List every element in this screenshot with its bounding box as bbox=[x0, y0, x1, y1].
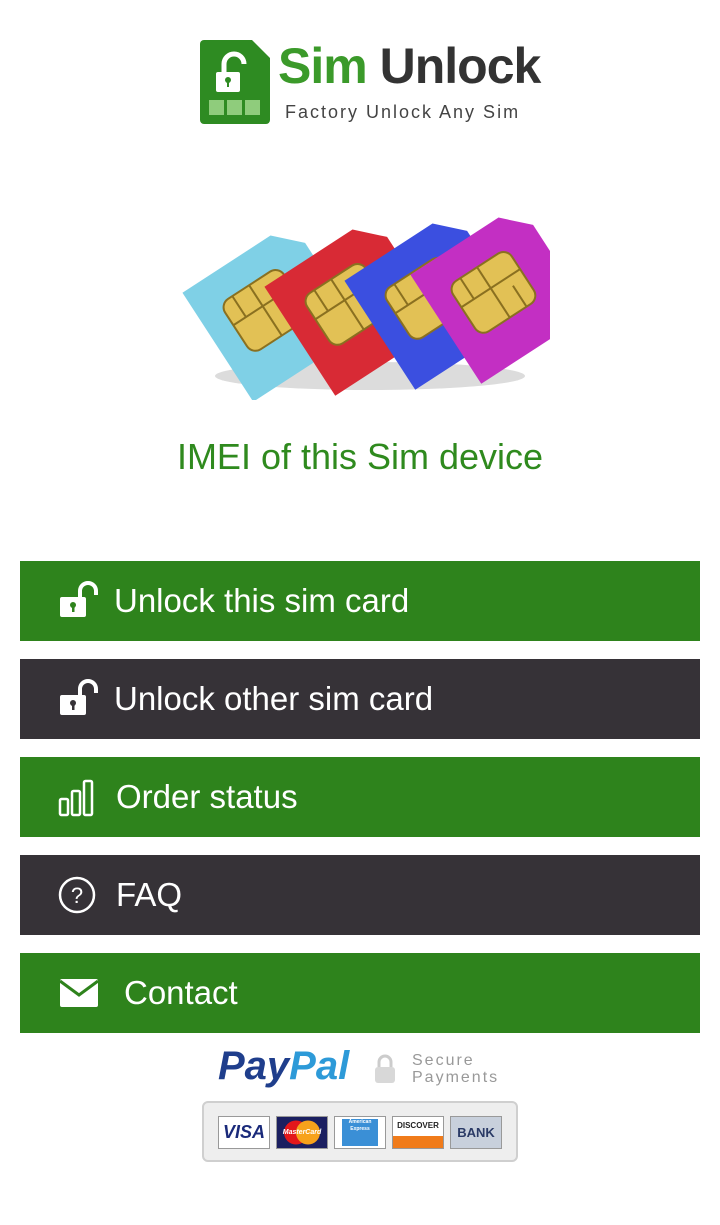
menu-label: Unlock other sim card bbox=[114, 680, 434, 717]
envelope-icon bbox=[59, 979, 99, 1007]
logo-title-unlock: Unlock bbox=[379, 38, 542, 94]
faq-button[interactable]: ? FAQ bbox=[20, 855, 700, 935]
logo-title-sim: Sim bbox=[278, 38, 368, 94]
amex-card-logo: American Express bbox=[334, 1116, 386, 1149]
secure-payments-text: Secure Payments bbox=[412, 1052, 500, 1086]
menu-label: Order status bbox=[116, 778, 298, 815]
logo-title: Sim Unlock bbox=[278, 38, 542, 94]
paypal-secure-payments: PayPal Secure Payments bbox=[218, 1044, 518, 1094]
paypal-logo: PayPal bbox=[218, 1044, 350, 1088]
visa-card-logo: VISA bbox=[218, 1116, 270, 1149]
bank-transfer-logo: BANK bbox=[450, 1116, 502, 1149]
unlock-other-sim-button[interactable]: Unlock other sim card bbox=[20, 659, 700, 739]
sim-card-lock-logo-icon bbox=[200, 40, 270, 124]
menu-label: FAQ bbox=[116, 876, 183, 913]
menu-label: Unlock this sim card bbox=[114, 582, 410, 619]
unlock-this-sim-button[interactable]: Unlock this sim card bbox=[20, 561, 700, 641]
imei-label: IMEI of this Sim device bbox=[176, 436, 544, 477]
discover-card-logo: DISCOVER bbox=[392, 1116, 444, 1149]
menu-label: Contact bbox=[124, 974, 238, 1011]
order-status-button[interactable]: Order status bbox=[20, 757, 700, 837]
unlocked-padlock-icon bbox=[60, 581, 98, 617]
question-circle-icon: ? bbox=[58, 876, 96, 914]
svg-text:?: ? bbox=[71, 883, 83, 908]
lock-icon bbox=[375, 1054, 395, 1083]
mastercard-card-logo: MasterCard bbox=[276, 1116, 328, 1149]
accepted-cards: VISA MasterCard American Express DISCOVE… bbox=[202, 1101, 518, 1162]
signal-bars-icon bbox=[58, 779, 94, 817]
logo-tagline: Factory Unlock Any Sim bbox=[285, 102, 521, 122]
unlocked-padlock-icon bbox=[60, 679, 98, 715]
sim-cards-illustration bbox=[182, 217, 550, 400]
sim-unlock-logo: Sim Unlock Factory Unlock Any Sim bbox=[200, 38, 541, 128]
contact-button[interactable]: Contact bbox=[20, 953, 700, 1033]
